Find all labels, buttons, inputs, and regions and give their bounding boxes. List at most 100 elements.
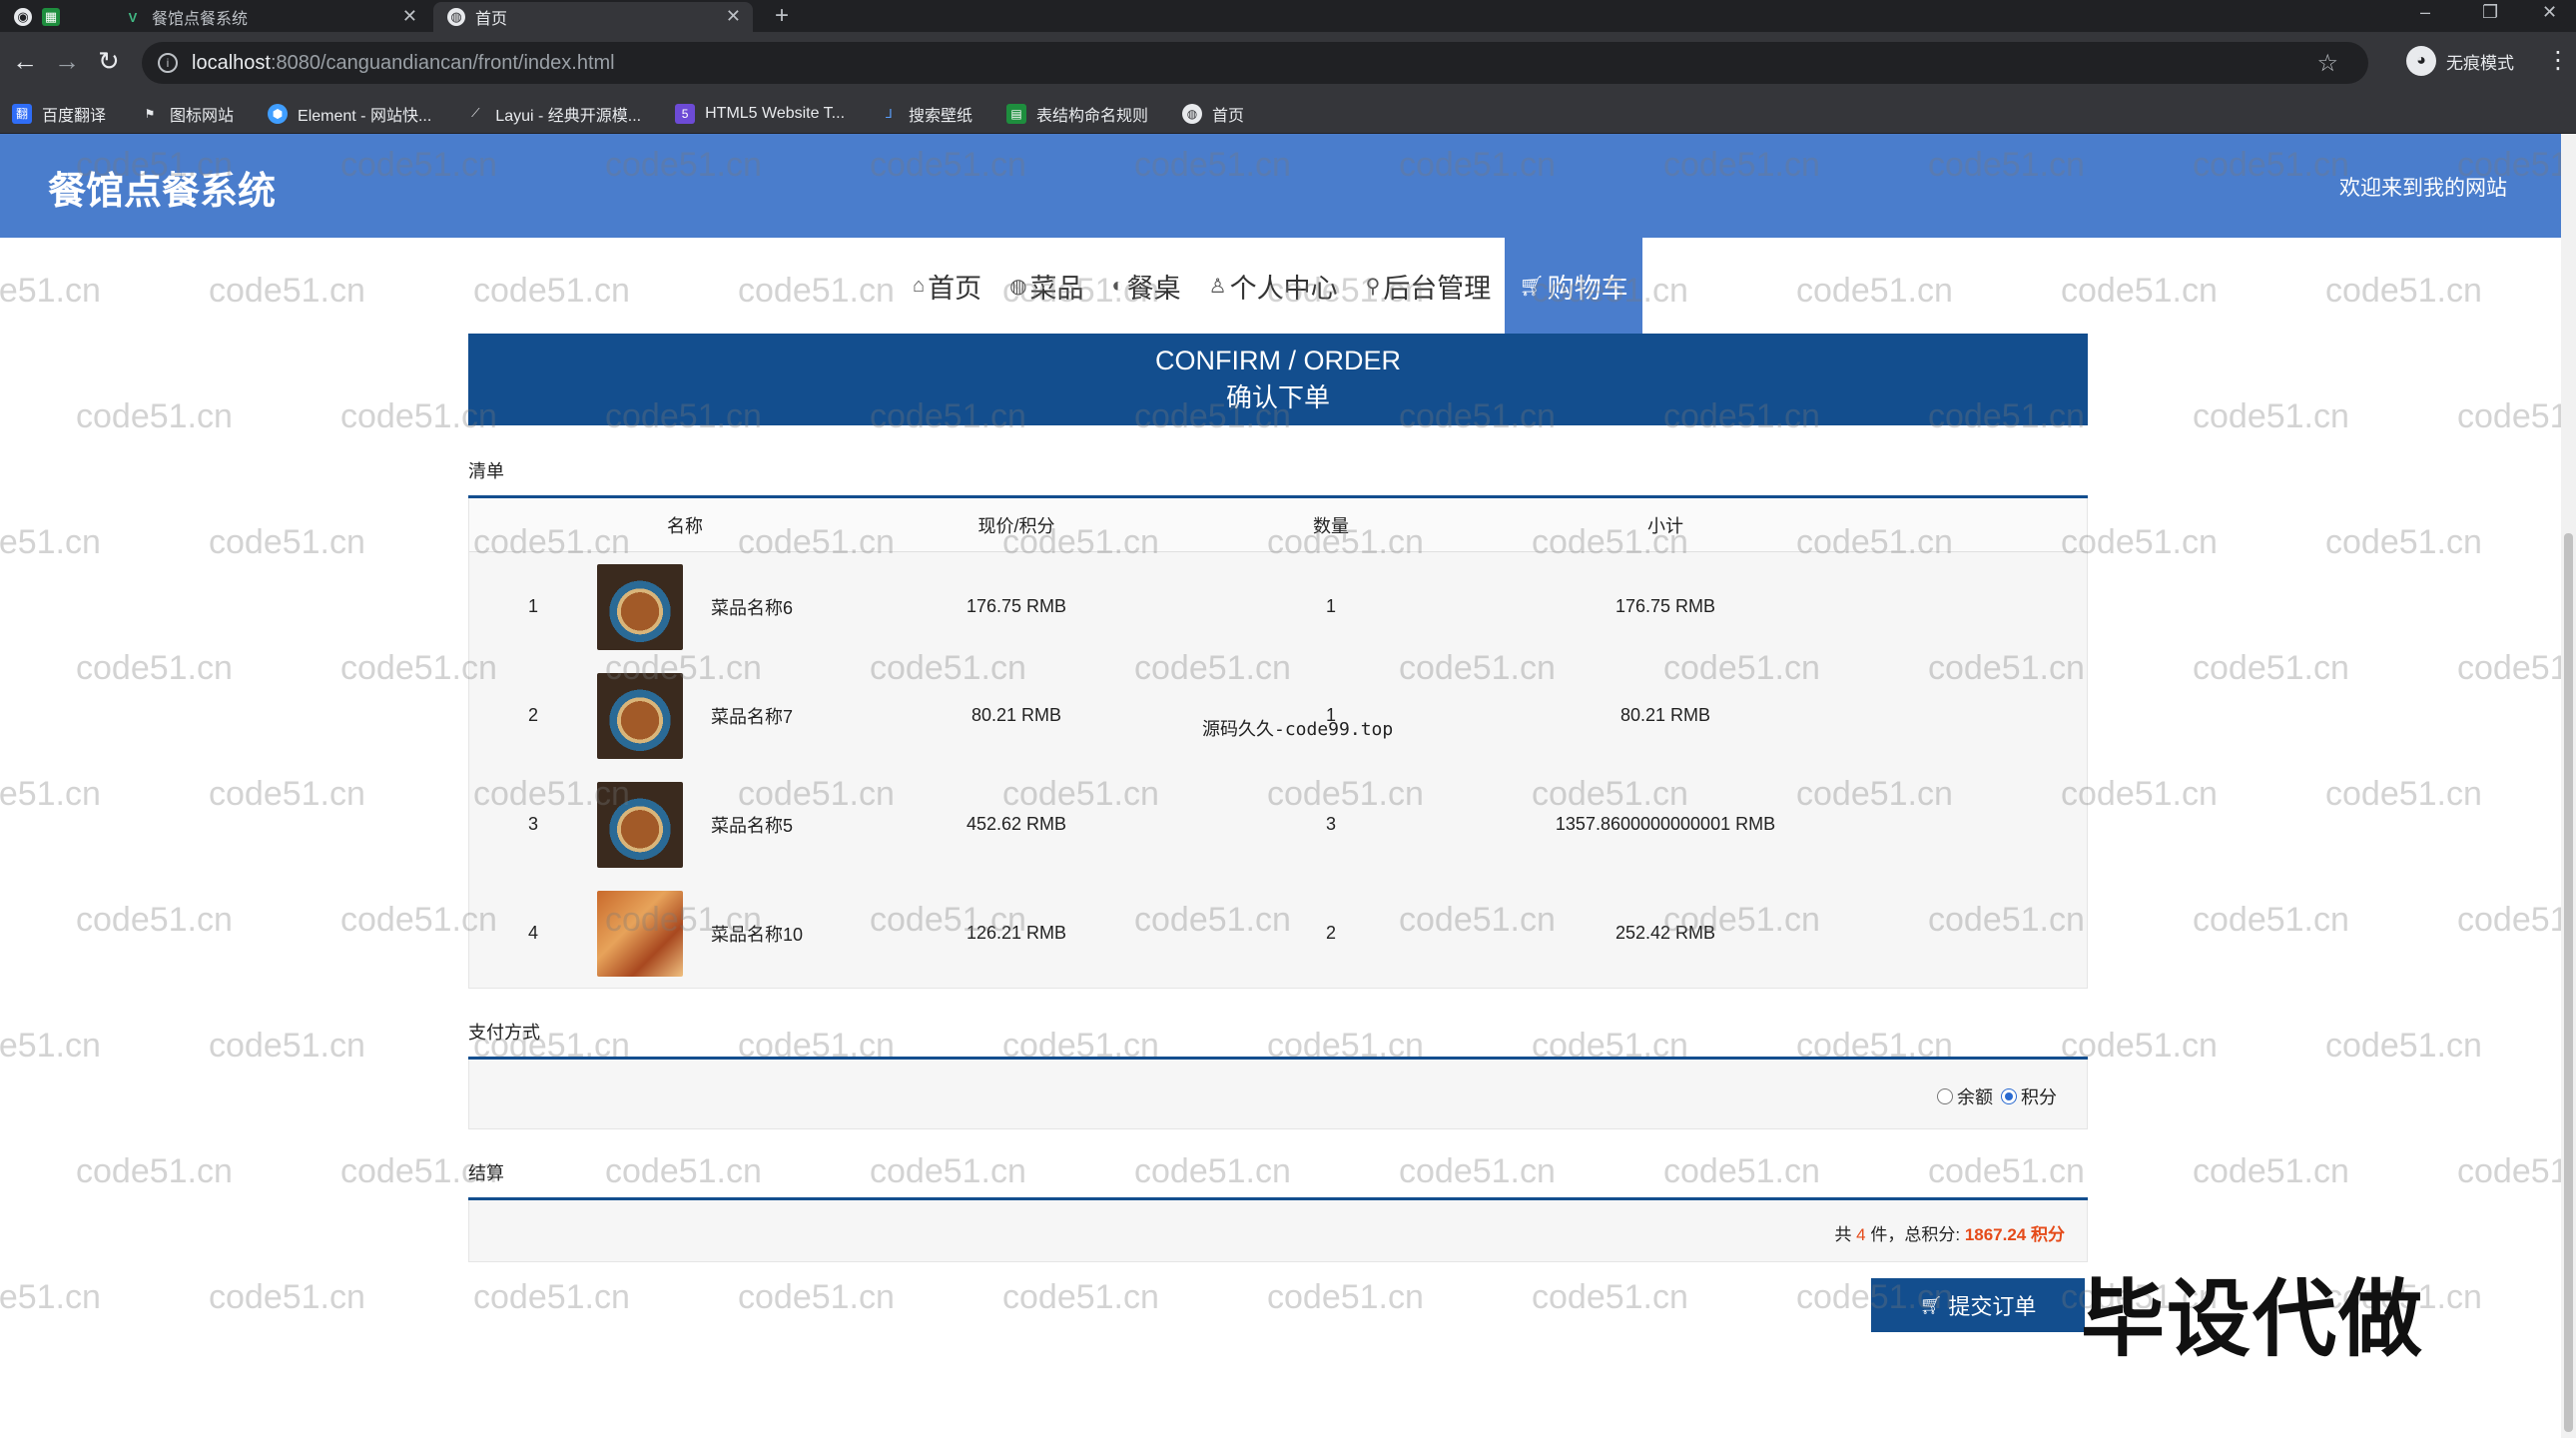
close-tab-icon[interactable]: ✕ [402, 6, 417, 27]
bookmark-item[interactable]: 翻百度翻译 [12, 102, 106, 126]
bookmark-item[interactable]: ◍ 首页 [1182, 102, 1244, 126]
watermark-text: code51.cn [1267, 1278, 1424, 1316]
site-title: 餐馆点餐系统 [48, 171, 277, 213]
bookmark-item[interactable]: ▤ 表结构命名规则 [1006, 102, 1148, 126]
banner-title-en: CONFIRM / ORDER [1155, 346, 1401, 375]
globe-icon: ◍ [1009, 275, 1027, 298]
table-row: 1 菜品名称6 176.75 RMB 1 176.75 RMB [469, 552, 2087, 661]
dish-image-cell [597, 563, 697, 650]
watermark-text: code51.cn [2457, 649, 2561, 687]
nav-item-cart[interactable]: 🛒︎ 购物车 [1505, 238, 1642, 334]
watermark-text: code51.cn [2193, 1152, 2349, 1190]
balance-radio[interactable] [1937, 1088, 1953, 1104]
watermark-text: code51.cn [2457, 901, 2561, 939]
globe-icon: ◍ [447, 8, 465, 26]
site-header: 餐馆点餐系统 欢迎来到我的网站 [0, 134, 2561, 238]
settlement-box: 共 4 件，总积分: 1867.24 积分 [468, 1200, 2088, 1262]
points-label[interactable]: 积分 [2021, 1083, 2057, 1109]
scrollbar-thumb[interactable] [2564, 533, 2573, 1432]
watermark-text: code51.cn [0, 272, 101, 310]
browser-tab-active[interactable]: ◍ 首页 ✕ [433, 2, 753, 32]
watermark-text: code51.cn [1002, 1278, 1159, 1316]
bookmark-item[interactable]: ᒧ 搜索壁纸 [879, 102, 972, 126]
watermark-text: code51.cn [2457, 1152, 2561, 1190]
dish-image-cell [597, 672, 697, 759]
nav-item-tables[interactable]: ◐ 餐桌 [1098, 238, 1195, 334]
submit-order-label: 提交订单 [1948, 1294, 2037, 1319]
main-nav: ⌂ 首页 ◍ 菜品 ◐ 餐桌 ♙ 个人中心 ⚲ 后台管理 🛒︎ 购物车 [899, 238, 1642, 334]
incognito-label: 无痕模式 [2446, 53, 2514, 73]
watermark-text: code51.cn [738, 272, 895, 310]
bookmark-label: 首页 [1212, 107, 1245, 125]
item-count: 4 [1856, 1225, 1866, 1244]
back-icon[interactable]: ← [12, 46, 38, 77]
tab-extension-icons[interactable]: ◉ ▦ [14, 2, 74, 32]
watermark-text: code51.cn [0, 775, 101, 813]
watermark-text: code51.cn [473, 1278, 630, 1316]
watermark-text: code51.cn [738, 1278, 895, 1316]
submit-order-button[interactable]: 🛒︎ 提交订单 [1871, 1278, 2085, 1332]
summary-middle: 件，总积分: [1865, 1225, 1965, 1244]
watermark-text: code51.cn [209, 775, 365, 813]
site-info-icon[interactable]: i [158, 53, 178, 73]
bookmark-star-icon[interactable]: ☆ [2316, 49, 2338, 78]
bookmark-item[interactable]: ⚑ 图标网站 [140, 102, 234, 126]
minimize-icon[interactable]: – [2420, 2, 2430, 23]
promo-overlay-text: 毕设代做 [2081, 1270, 2425, 1368]
bookmark-item[interactable]: ⟋ Layui - 经典开源模... [465, 102, 641, 126]
balance-label[interactable]: 余额 [1957, 1083, 1993, 1109]
nav-label: 菜品 [1029, 273, 1084, 304]
globe-icon: ◍ [1182, 103, 1203, 124]
dish-name: 菜品名称10 [711, 924, 804, 945]
bookmark-label: Layui - 经典开源模... [495, 107, 642, 125]
dish-subtotal: 176.75 RMB [1614, 596, 1716, 616]
incognito-profile-button[interactable]: ◕ 无痕模式 [2406, 46, 2514, 76]
dish-image-cell [597, 890, 697, 977]
close-window-icon[interactable]: ✕ [2542, 2, 2557, 23]
page-scrollbar[interactable] [2561, 134, 2576, 1438]
close-tab-icon[interactable]: ✕ [726, 6, 741, 27]
browser-menu-icon[interactable]: ⋮ [2546, 46, 2570, 75]
dish-price: 452.62 RMB [966, 814, 1067, 834]
forward-icon[interactable]: → [54, 46, 80, 77]
cart-icon: 🛒︎ [1519, 275, 1545, 298]
watermark-text: code51.cn [2457, 397, 2561, 435]
watermark-text: code51.cn [2325, 775, 2482, 813]
dish-qty: 3 [1325, 814, 1336, 834]
address-bar[interactable]: i localhost :8080/canguandiancan/front/i… [142, 42, 2368, 84]
col-price: 现价/积分 [977, 515, 1055, 536]
nav-item-home[interactable]: ⌂ 首页 [899, 238, 995, 334]
points-radio[interactable] [2001, 1088, 2017, 1104]
reload-icon[interactable]: ↻ [98, 46, 120, 77]
dish-price: 126.21 RMB [966, 923, 1067, 943]
dish-name: 菜品名称5 [711, 815, 794, 836]
watermark-text: code51.cn [76, 901, 233, 939]
watermark-text: code51.cn [209, 272, 365, 310]
watermark-text: code51.cn [76, 649, 233, 687]
watermark-text: code51.cn [2325, 523, 2482, 561]
browser-tab[interactable]: V 餐馆点餐系统 ✕ [110, 2, 429, 32]
restore-icon[interactable]: ❐ [2482, 2, 2498, 23]
dish-image [597, 781, 683, 868]
watermark-text: code51.cn [2061, 272, 2218, 310]
translate-icon: 翻 [12, 103, 32, 124]
dish-image [597, 563, 683, 650]
bookmarks-bar: 翻百度翻译 ⚑ 图标网站 ⬢ Element - 网站快... ⟋ Layui - 经… [0, 94, 2576, 134]
bookmark-item[interactable]: 5 HTML5 Website T... [675, 103, 845, 124]
element-logo-icon: ⬢ [268, 103, 289, 124]
table-row: 4 菜品名称10 126.21 RMB 2 252.42 RMB [469, 879, 2087, 988]
dish-image [597, 890, 683, 977]
table-header: 名称 现价/积分 数量 小计 [469, 498, 2087, 552]
total-points: 1867.24 积分 [1964, 1225, 2065, 1244]
bookmark-item[interactable]: ⬢ Element - 网站快... [268, 102, 431, 126]
nav-item-admin[interactable]: ⚲ 后台管理 [1352, 238, 1506, 334]
dish-name: 菜品名称7 [711, 706, 794, 727]
banner-title-zh: 确认下单 [1225, 382, 1330, 412]
payment-options: 余额 积分 [1929, 1083, 2057, 1109]
nav-item-dishes[interactable]: ◍ 菜品 [995, 238, 1097, 334]
watermark-text: code51.cn [209, 1027, 365, 1065]
nav-item-profile[interactable]: ♙ 个人中心 [1195, 238, 1352, 334]
new-tab-button[interactable]: + [775, 2, 789, 30]
source-note: 源码久久-code99.top [1202, 719, 1394, 740]
row-number: 3 [527, 814, 538, 834]
